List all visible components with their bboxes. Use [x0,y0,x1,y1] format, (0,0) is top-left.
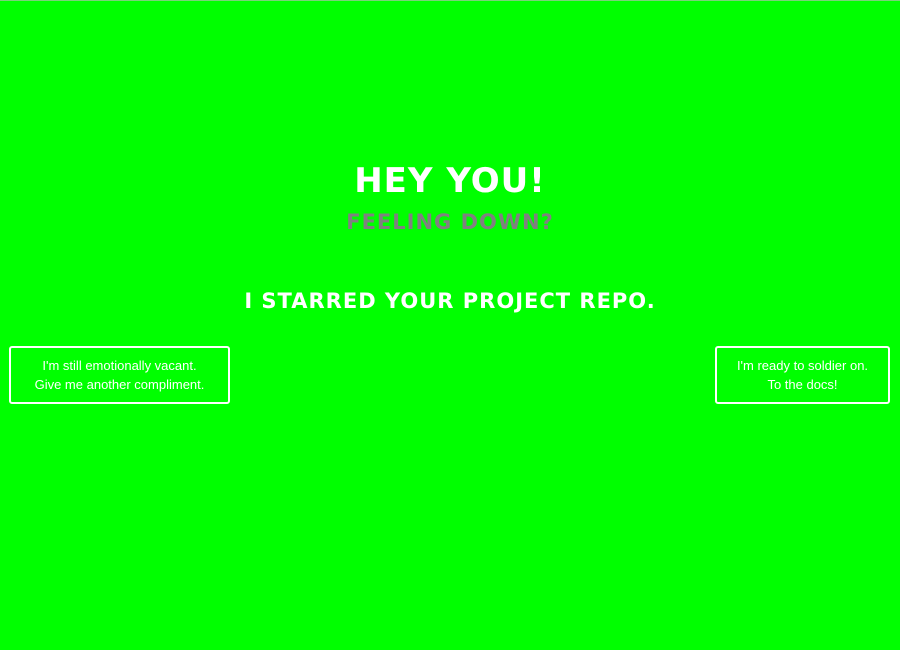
to-docs-button-line1: I'm ready to soldier on. [736,358,869,373]
compliment-message: I starred your project repo. [244,289,656,313]
another-compliment-button[interactable]: I'm still emotionally vacant. Give me an… [9,346,230,404]
page-title: Hey You! [354,161,546,201]
to-docs-button-line2: To the docs! [767,377,838,392]
page-subtitle: Feeling down? [346,210,554,234]
to-docs-button[interactable]: I'm ready to soldier on. To the docs! [715,346,890,404]
another-compliment-button-line2: Give me another compliment. [34,377,205,392]
another-compliment-button-line1: I'm still emotionally vacant. [42,358,197,373]
